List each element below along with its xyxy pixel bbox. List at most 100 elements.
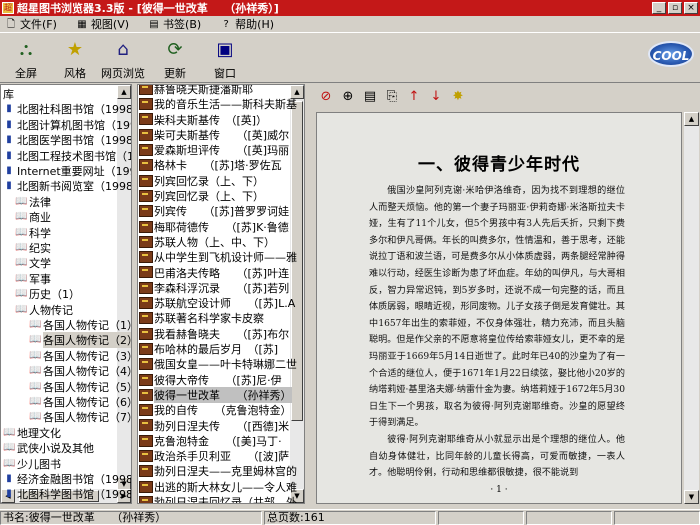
tree-node[interactable]: 📖 地理文化 <box>3 425 61 441</box>
book-list-item[interactable]: 梅耶荷德传 （[苏]K·鲁德 <box>139 219 289 235</box>
window-button[interactable]: ▣ 窗口 <box>199 37 251 80</box>
tree-node[interactable]: 📖 商业 <box>15 209 51 225</box>
book-list-item[interactable]: 政治杀手贝利亚 （[波]萨 <box>139 448 289 464</box>
book-list-item[interactable]: 从中学生到飞机设计师——雅 <box>139 249 297 265</box>
tree-node[interactable]: 📖 历史（1） <box>15 286 80 302</box>
book-list-item[interactable]: 列宾回忆录（上、下） <box>139 188 264 204</box>
tree-node[interactable]: ▮ 北图计算机图书馆（1998.1 <box>3 117 131 133</box>
book-list[interactable]: ▲ ▼ 赫鲁晓夫斯捷潘斯耶 我的音乐生活——斯科夫斯基 柴科夫斯基传 （[英]） 柴可… <box>137 84 305 504</box>
tree-node[interactable]: ▮ 北图新书阅览室（1998.12. <box>3 178 131 194</box>
tree-node-label: 商业 <box>29 211 51 225</box>
tree-node[interactable]: ▮ 经济金融图书馆（1998.01. <box>3 471 132 487</box>
book-list-item[interactable]: 赫鲁晓夫斯捷潘斯耶 <box>139 85 253 97</box>
book-list-item[interactable]: 勃列日涅夫传 （[西德]米 <box>139 418 289 434</box>
fullscreen-button[interactable]: ⛬ 全屏 <box>0 37 52 80</box>
tree-node[interactable]: 📖 各国人物传记（2） <box>29 332 131 349</box>
tree-node-label: 拨1 <box>3 502 21 503</box>
tree-node[interactable]: 📖 各国人物传记（1） <box>29 317 131 333</box>
library-icon: ▮ <box>6 473 12 484</box>
tree-node[interactable]: 📖 法律 <box>15 194 51 210</box>
tree-node[interactable]: ▮ Internet重要网址（1998.1 <box>3 163 131 179</box>
tree-node[interactable]: 📖 人物传记 <box>15 302 73 318</box>
book-icon <box>139 251 153 264</box>
stop-icon[interactable]: ⊘ <box>318 89 334 105</box>
book-icon: 📖 <box>15 272 28 284</box>
menu-item[interactable]: 🗋 文件(F) <box>4 16 57 32</box>
tree-node[interactable]: 📖 军事 <box>15 271 51 287</box>
update-button[interactable]: ⟳ 更新 <box>149 37 201 80</box>
book-list-item[interactable]: 彼得大帝传 （[苏]尼·伊 <box>139 372 282 388</box>
up-arrow-icon[interactable]: ↑ <box>406 89 422 105</box>
tree-node[interactable]: ▮ 北图科学图书馆（1998.01. <box>3 486 131 502</box>
tree-node[interactable]: 📖 纪实 <box>15 240 51 256</box>
home-button[interactable]: ⌂ 网页浏览 <box>97 37 149 80</box>
book-icon <box>139 495 153 503</box>
book-icon <box>139 220 153 233</box>
book-list-item[interactable]: 勃列日涅夫回忆录（共部，外 <box>139 494 297 503</box>
menu-item[interactable]: ▤ 书签(B) <box>147 16 201 32</box>
minimize-button[interactable]: _ <box>652 2 666 14</box>
book-icon <box>139 189 153 202</box>
bookmark-star-icon[interactable]: ✸ <box>450 89 466 105</box>
scroll-up-icon[interactable]: ▲ <box>117 85 131 99</box>
book-list-item[interactable]: 我的自传 （克鲁泡特金） <box>139 402 292 418</box>
book-list-item[interactable]: 列宾传 （[苏]普罗罗诃娃 <box>139 203 289 219</box>
book-list-item[interactable]: 勃列日涅夫——克里姆林宫的 <box>139 464 297 480</box>
tree-node[interactable]: 📖 各国人物传记（5） <box>29 379 131 395</box>
book-list-item[interactable]: 我看赫鲁晓夫 （[苏]布尔 <box>139 326 289 342</box>
tree-node[interactable]: 📖 武侠小说及其他 <box>3 440 94 456</box>
close-button[interactable]: × <box>684 2 698 14</box>
book-icon: 📖 <box>29 396 42 407</box>
tree-node[interactable]: 📖 各国人物传记（7） <box>29 409 131 425</box>
copy-icon[interactable]: ⎘ <box>384 89 400 105</box>
book-list-scrollbar[interactable]: ▲ ▼ <box>290 85 304 503</box>
tree-node[interactable]: ▮ 北图社科图书馆（1998.12. <box>3 101 131 117</box>
style-button[interactable]: ★ 风格 <box>49 37 101 80</box>
book-list-item[interactable]: 布哈林的最后岁月 （[苏] <box>139 341 278 357</box>
book-list-item[interactable]: 俄国女皇——叶卡特琳娜二世 <box>139 356 297 372</box>
library-icon: ▮ <box>6 103 12 115</box>
page-icon[interactable]: ▤ <box>362 89 378 105</box>
book-list-item[interactable]: 苏联著名科学家卡皮察 <box>139 311 264 327</box>
tree-node-label: 经济金融图书馆（1998.01. <box>17 473 132 486</box>
tree-node[interactable]: 拨1 <box>3 502 21 503</box>
scroll-down-icon[interactable]: ▼ <box>684 490 699 504</box>
book-list-item[interactable]: 克鲁泡特金 （[美]马丁· <box>139 433 282 449</box>
chapter-title: 一、彼得青少年时代 <box>418 155 580 175</box>
book-icon: 📖 <box>29 349 42 361</box>
reader-scrollbar[interactable]: ▲ ▼ <box>684 112 699 504</box>
book-list-item[interactable]: 爱森斯坦评传 （[英]玛丽 <box>139 142 289 158</box>
tree-node[interactable]: ▮ 北图工程技术图书馆（1998 <box>3 148 131 164</box>
tree-node[interactable]: 📖 科学 <box>15 225 51 241</box>
book-page[interactable]: 一、彼得青少年时代 俄国沙皇阿列克谢·米哈伊洛维奇，因为找不到理想的继位人而整天… <box>316 112 682 504</box>
tree-node-label: 人物传记 <box>29 303 73 317</box>
down-arrow-icon[interactable]: ↓ <box>428 89 444 105</box>
book-list-item[interactable]: 柴可夫斯基传 （[英]威尔 <box>139 127 289 143</box>
book-list-item[interactable]: 李森科浮沉录 （[苏]若列 <box>139 280 289 296</box>
library-icon: ▮ <box>6 118 12 130</box>
tree-node[interactable]: 📖 文学 <box>15 255 51 271</box>
library-tree[interactable]: ▲ ▼ ◀ ▶ 库▮北图社科图书馆（1998.12.▮北图计算机图书馆（1998… <box>0 84 132 504</box>
book-list-item[interactable]: 苏联人物（上、中、下） <box>139 234 275 250</box>
tree-node[interactable]: 库 <box>3 86 14 102</box>
tree-node[interactable]: ▮ 北图医学图书馆（1998.12. <box>3 132 131 148</box>
scroll-up-icon[interactable]: ▲ <box>684 112 699 126</box>
book-list-item[interactable]: 出逃的斯大林女儿——令人难 <box>139 479 297 495</box>
tree-node[interactable]: 📖 各国人物传记（4） <box>29 363 131 379</box>
book-list-item[interactable]: 苏联航空设计师 （[苏]L.A <box>139 295 295 311</box>
book-list-item[interactable]: 我的音乐生活——斯科夫斯基 <box>139 96 297 112</box>
menu-item[interactable]: ? 帮助(H) <box>219 16 275 32</box>
restore-button[interactable]: ▫ <box>668 2 682 14</box>
tree-node-label: 各国人物传记（3） <box>43 349 132 363</box>
page-paragraph: 俄国沙皇阿列克谢·米哈伊洛维奇，因为找不到理想的继位人而整天烦恼。他的第一个妻子… <box>369 186 625 429</box>
tree-node[interactable]: 📖 各国人物传记（6） <box>29 394 131 410</box>
book-list-item[interactable]: 彼得一世改革 （孙祥秀） <box>139 386 292 403</box>
zoom-icon[interactable]: ⊕ <box>340 89 356 105</box>
menu-item[interactable]: ▦ 视图(V) <box>75 16 129 32</box>
book-list-item[interactable]: 柴科夫斯基传 （[英]） <box>139 112 267 128</box>
book-list-item[interactable]: 巴甫洛夫传略 （[苏]叶连 <box>139 265 289 281</box>
book-list-item[interactable]: 列宾回忆录（上、下） <box>139 173 264 189</box>
tree-node[interactable]: 📖 少儿图书 <box>3 456 61 472</box>
tree-node[interactable]: 📖 各国人物传记（3） <box>29 348 132 364</box>
book-list-item[interactable]: 格林卡 （[苏]塔·罗佐瓦 <box>139 158 282 174</box>
